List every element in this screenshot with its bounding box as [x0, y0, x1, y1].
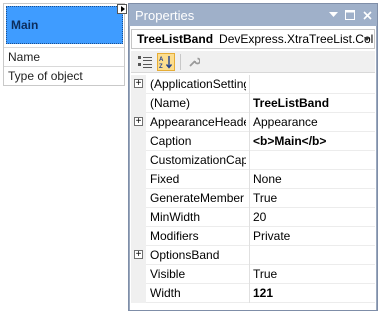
window-title: Properties	[135, 7, 195, 23]
property-name: GenerateMember	[150, 191, 245, 205]
dropdown-arrow-icon[interactable]	[326, 8, 340, 22]
column-divider	[249, 170, 250, 189]
object-name: TreeListBand	[137, 32, 214, 46]
column-header-type[interactable]: Type of object	[4, 66, 124, 85]
properties-window: Properties TreeListBand DevExpress.XtraT…	[128, 3, 378, 311]
property-value[interactable]: Appearance	[253, 113, 373, 132]
property-row[interactable]: MinWidth 20	[131, 208, 375, 227]
maximize-icon[interactable]	[343, 8, 357, 22]
smart-tag-icon[interactable]	[117, 4, 127, 14]
property-value[interactable]: 121	[253, 284, 373, 303]
property-name: CustomizationCaption	[150, 153, 246, 167]
row-gutter	[131, 132, 146, 151]
property-row[interactable]: GenerateMember True	[131, 189, 375, 208]
property-value[interactable]: None	[253, 170, 373, 189]
alphabetical-icon[interactable]: A Z	[157, 52, 175, 71]
column-header-name[interactable]: Name	[4, 47, 124, 66]
property-value[interactable]	[253, 75, 373, 94]
column-divider	[249, 151, 250, 170]
row-gutter	[131, 151, 146, 170]
column-divider	[249, 132, 250, 151]
column-label: Name	[8, 50, 41, 64]
property-value[interactable]: True	[253, 189, 373, 208]
row-gutter	[131, 265, 146, 284]
column-divider	[249, 246, 250, 265]
column-divider	[249, 189, 250, 208]
property-row[interactable]: Visible True	[131, 265, 375, 284]
treelist-preview: Main Name Type of object	[3, 3, 127, 86]
property-name: (ApplicationSettings)	[150, 77, 246, 91]
toolbar-separator	[180, 53, 181, 70]
property-row[interactable]: Width 121	[131, 284, 375, 303]
property-value[interactable]	[253, 246, 373, 265]
property-row[interactable]: Modifiers Private	[131, 227, 375, 246]
property-row[interactable]: (Name) TreeListBand	[131, 94, 375, 113]
column-divider	[249, 265, 250, 284]
property-value[interactable]: 20	[253, 208, 373, 227]
property-name: AppearanceHeader	[150, 115, 246, 129]
column-divider	[249, 284, 250, 303]
close-icon[interactable]	[360, 8, 374, 22]
expand-icon[interactable]: +	[134, 250, 143, 260]
chevron-down-icon	[364, 37, 370, 41]
categorized-icon[interactable]	[136, 53, 154, 71]
property-name: (Name)	[150, 96, 191, 110]
object-type: DevExpress.XtraTreeList.Col	[219, 32, 374, 46]
property-row[interactable]: Fixed None	[131, 170, 375, 189]
property-row[interactable]: CustomizationCaption	[131, 151, 375, 170]
column-label: Type of object	[8, 69, 83, 83]
property-name: Caption	[150, 134, 192, 148]
property-name: Width	[150, 286, 181, 300]
property-value[interactable]: <b>Main</b>	[253, 132, 373, 151]
column-divider	[249, 94, 250, 113]
column-divider	[249, 208, 250, 227]
row-gutter	[131, 208, 146, 227]
property-value[interactable]: Private	[253, 227, 373, 246]
property-name: MinWidth	[150, 210, 201, 224]
expand-icon[interactable]: +	[134, 79, 143, 89]
row-gutter	[131, 170, 146, 189]
property-row[interactable]: + AppearanceHeader Appearance	[131, 113, 375, 132]
property-name: OptionsBand	[150, 248, 220, 262]
column-divider	[249, 113, 250, 132]
row-gutter	[131, 94, 146, 113]
wrench-icon[interactable]	[185, 53, 203, 71]
properties-toolbar: A Z	[131, 51, 375, 73]
properties-title-bar[interactable]: Properties	[129, 4, 377, 26]
expand-icon[interactable]: +	[134, 117, 143, 127]
property-value[interactable]: True	[253, 265, 373, 284]
property-name: Visible	[150, 267, 186, 281]
band-header[interactable]: Main	[6, 6, 123, 44]
row-gutter	[131, 284, 146, 303]
property-value[interactable]: TreeListBand	[253, 94, 373, 113]
object-selector[interactable]: TreeListBand DevExpress.XtraTreeList.Col	[131, 29, 375, 49]
property-row[interactable]: + OptionsBand	[131, 246, 375, 265]
properties-body: TreeListBand DevExpress.XtraTreeList.Col…	[130, 26, 376, 310]
column-divider	[249, 227, 250, 246]
property-value[interactable]	[253, 151, 373, 170]
property-row[interactable]: + (ApplicationSettings)	[131, 75, 375, 94]
property-row[interactable]: Caption <b>Main</b>	[131, 132, 375, 151]
column-divider	[249, 75, 250, 94]
row-gutter	[131, 227, 146, 246]
row-gutter	[131, 189, 146, 208]
svg-text:A: A	[159, 57, 164, 63]
svg-text:Z: Z	[159, 64, 163, 69]
property-name: Modifiers	[150, 229, 199, 243]
property-grid: + (ApplicationSettings) (Name) TreeListBand…	[131, 75, 375, 309]
property-name: Fixed	[150, 172, 180, 186]
band-caption: Main	[11, 18, 39, 32]
